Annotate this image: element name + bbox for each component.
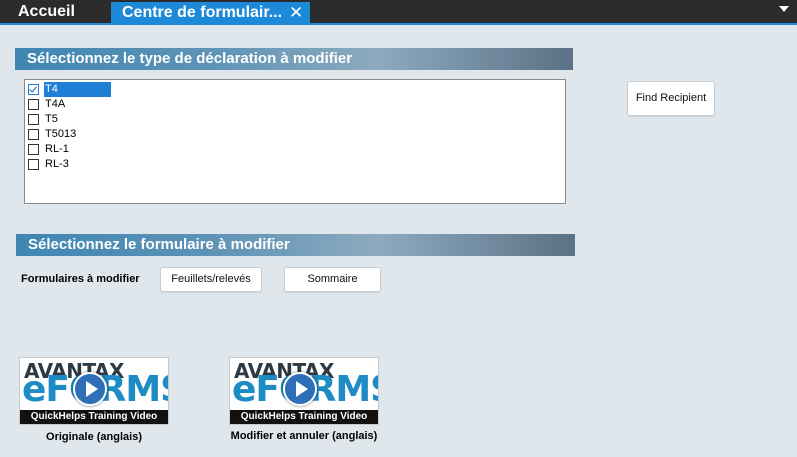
- video-caption: QuickHelps Training Video: [230, 410, 378, 424]
- list-item-label: T4A: [45, 98, 66, 110]
- video-caption: QuickHelps Training Video: [20, 410, 168, 424]
- list-item-label: RL-3: [45, 158, 69, 170]
- section-header-declaration-type: Sélectionnez le type de déclaration à mo…: [15, 48, 573, 70]
- find-recipient-button[interactable]: Find Recipient: [627, 81, 715, 116]
- list-item-label: T5: [45, 113, 58, 125]
- video-thumbnail-modify-cancel[interactable]: AVANTAX eFORMS QuickHelps Training Video: [229, 357, 379, 425]
- tab-forms-center[interactable]: Centre de formulair... ✕: [111, 2, 310, 24]
- checkbox[interactable]: [28, 159, 39, 170]
- checkmark-icon: [29, 84, 37, 93]
- checkbox[interactable]: [28, 129, 39, 140]
- close-icon[interactable]: ✕: [289, 2, 303, 24]
- chevron-down-icon[interactable]: [779, 6, 789, 12]
- play-icon[interactable]: [73, 372, 107, 406]
- play-icon[interactable]: [283, 372, 317, 406]
- video-label-original[interactable]: Originale (anglais): [19, 431, 169, 443]
- slips-button[interactable]: Feuillets/relevés: [160, 267, 262, 292]
- video-label-modify-cancel[interactable]: Modifier et annuler (anglais): [214, 430, 394, 442]
- checkbox[interactable]: [28, 114, 39, 125]
- video-thumbnail-original[interactable]: AVANTAX eFORMS QuickHelps Training Video: [19, 357, 169, 425]
- checkbox[interactable]: [28, 99, 39, 110]
- summary-button[interactable]: Sommaire: [284, 267, 381, 292]
- list-item-label: T5013: [45, 128, 77, 140]
- list-item-label: RL-1: [45, 143, 69, 155]
- checkbox[interactable]: [28, 144, 39, 155]
- declaration-type-list[interactable]: T4 T4A T5 T5013 RL-1 RL-3: [24, 79, 566, 204]
- section-header-form: Sélectionnez le formulaire à modifier: [16, 234, 575, 256]
- checkbox[interactable]: [28, 84, 39, 95]
- tab-bar: Accueil Centre de formulair... ✕: [0, 0, 797, 25]
- forms-to-modify-label: Formulaires à modifier: [21, 273, 140, 285]
- tab-home[interactable]: Accueil: [0, 0, 108, 24]
- tab-forms-center-label: Centre de formulair...: [122, 4, 283, 21]
- list-item-label: T4: [44, 82, 111, 97]
